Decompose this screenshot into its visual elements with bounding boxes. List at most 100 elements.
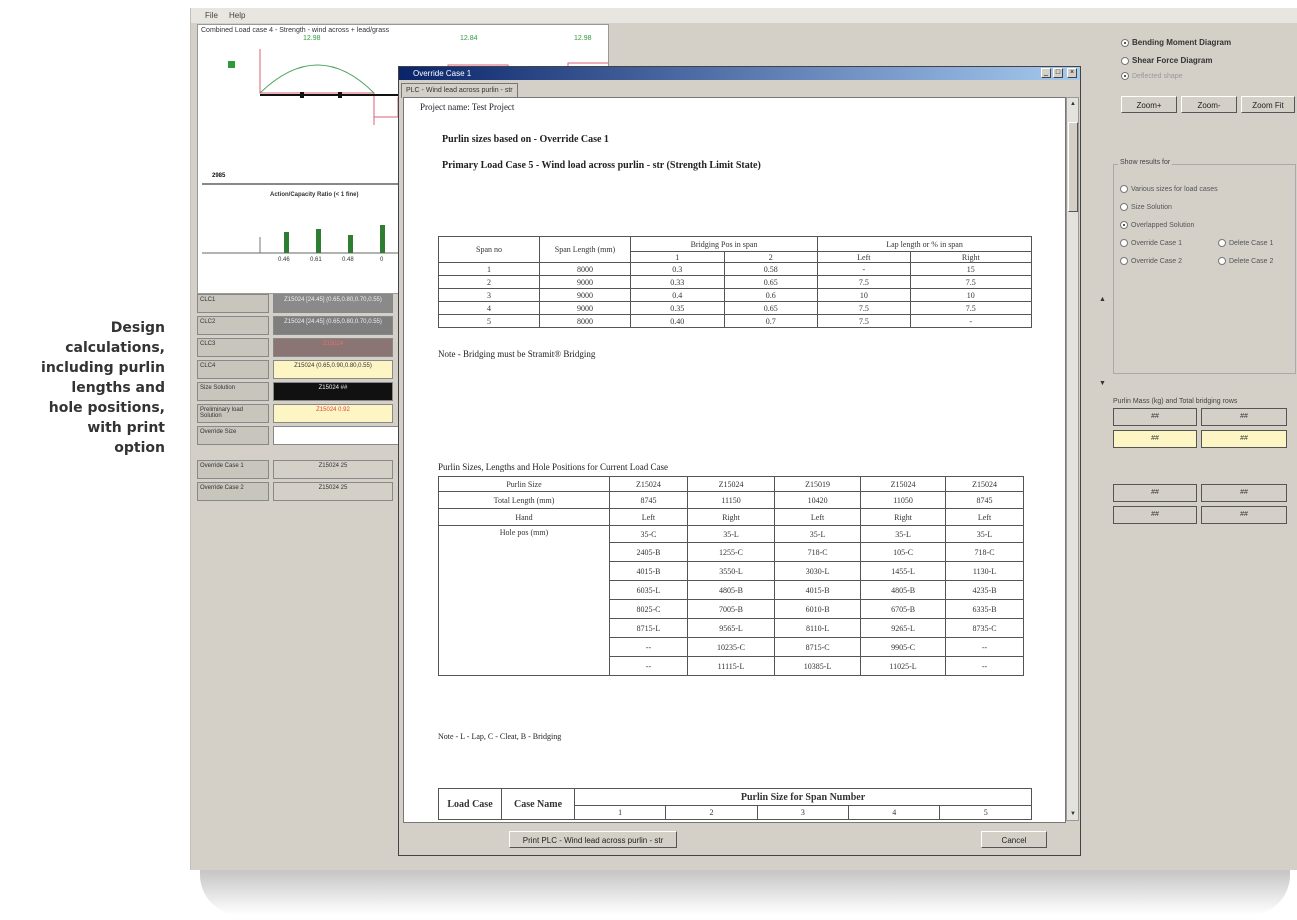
table-cell: 8745 <box>945 491 1024 509</box>
results-row-value: Z15024 <box>273 338 393 357</box>
show-results-title: Show results for <box>1118 159 1173 166</box>
scroll-down-icon[interactable]: ▼ <box>1068 808 1078 820</box>
table-cell: Left <box>945 508 1024 526</box>
zoom-out-button[interactable]: Zoom- <box>1181 96 1237 113</box>
result-option[interactable]: Override Case 2 <box>1120 257 1182 265</box>
radio-icon[interactable] <box>1120 239 1128 247</box>
mass-cell: ## <box>1113 430 1197 448</box>
table-cell: 8000 <box>539 314 631 328</box>
table-cell: -- <box>609 637 688 657</box>
menu-file[interactable]: File <box>205 11 218 20</box>
table-cell: Z15024 <box>609 476 688 492</box>
table-row: 3 9000 0.4 0.6 10 10 <box>438 288 1033 302</box>
left-value-label: 2985 <box>212 173 226 179</box>
radio-icon[interactable] <box>1120 257 1128 265</box>
table-row: 1 8000 0.3 0.58-15 <box>438 262 1033 276</box>
option-label: Bending Moment Diagram <box>1132 38 1232 47</box>
option-bending-moment[interactable]: Bending Moment Diagram <box>1121 38 1231 47</box>
table-cell: -- <box>945 656 1024 676</box>
scroll-arrow-icon[interactable]: ▲ <box>1099 296 1107 306</box>
caption-line: including purlin <box>41 360 165 376</box>
moment-value-label: 12.84 <box>460 35 478 42</box>
table-row: 4 9000 0.35 0.65 7.5 7.5 <box>438 301 1033 315</box>
table-header: Load Case <box>438 788 502 820</box>
table-header: Left <box>817 251 911 263</box>
minimize-icon[interactable]: _ <box>1041 68 1051 78</box>
table-cell: 4235-B <box>945 580 1024 600</box>
table-header: 2 <box>665 805 758 820</box>
mass-cell: ## <box>1113 484 1197 502</box>
table-cell: 9000 <box>539 301 631 315</box>
table-cell: 10 <box>817 288 911 302</box>
table-cell: 1455-L <box>860 561 947 581</box>
tab-plc-wind[interactable]: PLC - Wind lead across purlin - str <box>401 83 518 98</box>
table-cell: 3 <box>438 288 540 302</box>
caption: Design calculations, including purlin le… <box>0 318 165 458</box>
table-row: Hole pos (mm) 35-C 35-L 35-L 35-L 35-L <box>438 525 1024 676</box>
table-cell: Z15024 <box>945 476 1024 492</box>
moment-curve <box>259 64 375 94</box>
radio-icon[interactable] <box>1120 185 1128 193</box>
results-row-value[interactable] <box>273 426 403 445</box>
result-option-label: Delete Case 1 <box>1229 239 1274 247</box>
print-button[interactable]: Print PLC - Wind lead across purlin - st… <box>509 831 677 848</box>
table-cell: Z15024 <box>860 476 947 492</box>
menu-help[interactable]: Help <box>229 11 245 20</box>
legend-note: Note - L - Lap, C - Cleat, B - Bridging <box>438 732 562 741</box>
mass-title: Purlin Mass (kg) and Total bridging rows <box>1113 398 1238 405</box>
table-cell: 9565-L <box>686 618 776 638</box>
diagram-title: Combined Load case 4 - Strength - wind a… <box>201 27 390 34</box>
results-row-value: Z15024 0.92 <box>273 404 393 423</box>
row-label: Hole pos (mm) <box>438 525 610 676</box>
close-icon[interactable]: × <box>1067 68 1077 78</box>
table-cell: 6705-B <box>860 599 947 619</box>
zoom-in-button[interactable]: Zoom+ <box>1121 96 1177 113</box>
table-cell: 0.6 <box>723 288 819 302</box>
scroll-arrow-icon[interactable]: ▼ <box>1099 380 1107 390</box>
result-option[interactable]: Various sizes for load cases <box>1120 185 1218 193</box>
option-deflected-shape[interactable]: Deflected shape <box>1121 72 1183 80</box>
document-scrollbar[interactable]: ▲ ▼ <box>1066 97 1079 821</box>
scroll-up-icon[interactable]: ▲ <box>1068 98 1078 110</box>
table-cell: 8110-L <box>774 618 862 638</box>
table-cell: 0.3 <box>630 262 725 276</box>
table-cell: 8715-C <box>774 637 862 657</box>
results-row-label: Size Solution <box>197 382 269 401</box>
table-header: Purlin Size for Span Number <box>574 788 1032 806</box>
checkbox-icon[interactable] <box>1121 38 1129 47</box>
table-cell: Left <box>774 508 862 526</box>
radio-icon[interactable] <box>1120 221 1128 229</box>
result-option[interactable]: Override Case 1 <box>1120 239 1182 247</box>
scroll-thumb[interactable] <box>1068 122 1078 212</box>
mass-cell: ## <box>1201 484 1287 502</box>
maximize-icon[interactable]: □ <box>1053 68 1063 78</box>
cancel-button[interactable]: Cancel <box>981 831 1047 848</box>
table-cell: 4 <box>438 301 540 315</box>
caption-line: Design <box>110 320 165 336</box>
radio-icon[interactable] <box>1218 257 1226 265</box>
checkbox-icon[interactable] <box>1121 56 1129 65</box>
table-cell: 9000 <box>539 288 631 302</box>
table-cell: 35-L <box>686 525 776 543</box>
table-cell: -- <box>609 656 688 676</box>
radio-icon[interactable] <box>1120 203 1128 211</box>
purlin-sizes-table: Purlin Size Z15024 Z15024 Z15019 Z15024 … <box>438 476 1024 676</box>
moment-envelope <box>259 49 399 118</box>
result-option[interactable]: Size Solution <box>1120 203 1172 211</box>
results-row-value: Z15024 25 <box>273 460 393 479</box>
checkbox-icon[interactable] <box>1121 72 1129 80</box>
ratio-tick-label: 0.61 <box>310 257 322 263</box>
radio-icon[interactable] <box>1218 239 1226 247</box>
table-cell: 7005-B <box>686 599 776 619</box>
zoom-fit-button[interactable]: Zoom Fit <box>1241 96 1295 113</box>
table-row: 2 9000 0.33 0.65 7.5 7.5 <box>438 275 1033 289</box>
result-option[interactable]: Delete Case 2 <box>1218 257 1273 265</box>
result-option[interactable]: Delete Case 1 <box>1218 239 1273 247</box>
table-cell: Z15024 <box>686 476 776 492</box>
caption-line: option <box>114 440 165 456</box>
table-header: Bridging Pos in span <box>629 236 819 252</box>
table-cell: Right <box>686 508 776 526</box>
results-row-label: Override Case 1 <box>197 460 269 479</box>
option-shear-force[interactable]: Shear Force Diagram <box>1121 56 1212 65</box>
result-option[interactable]: Overlapped Solution <box>1120 221 1194 229</box>
